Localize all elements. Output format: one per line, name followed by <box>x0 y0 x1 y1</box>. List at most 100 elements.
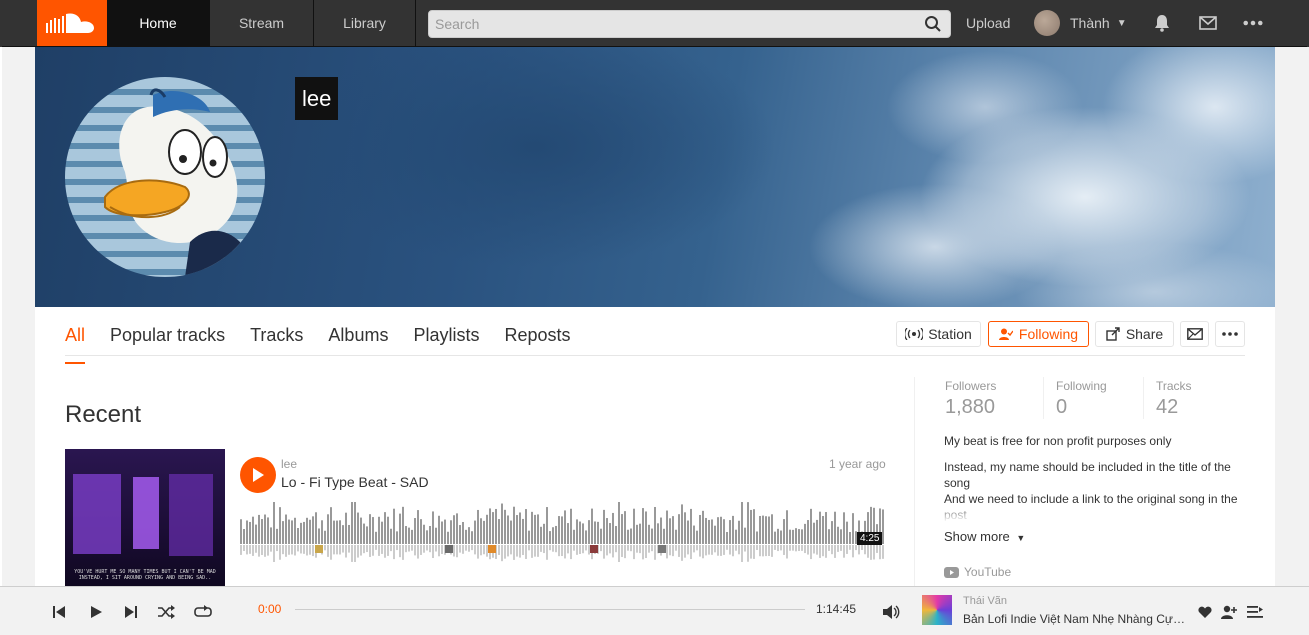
next-track-icon[interactable] <box>122 603 140 621</box>
waveform-bar <box>759 515 761 544</box>
comment-marker[interactable] <box>315 545 323 553</box>
comment-marker[interactable] <box>590 545 598 553</box>
waveform-bar <box>351 502 353 544</box>
shuffle-icon[interactable] <box>157 603 175 621</box>
waveform-reflection <box>525 545 527 559</box>
show-more-button[interactable]: Show more ▼ <box>944 529 1025 544</box>
waveform-reflection <box>306 545 308 556</box>
waveform-reflection <box>708 545 710 555</box>
waveform-reflection <box>654 545 656 560</box>
waveform-reflection <box>387 545 389 556</box>
stat-followers[interactable]: Followers 1,880 <box>945 379 996 419</box>
waveform-reflection <box>339 545 341 555</box>
tab-tracks[interactable]: Tracks <box>250 325 303 355</box>
queue-icon[interactable] <box>1246 603 1264 621</box>
mail-icon[interactable] <box>1198 13 1218 33</box>
message-button[interactable] <box>1180 321 1209 347</box>
waveform-reflection <box>603 545 605 559</box>
bio-fade <box>944 502 1249 522</box>
soundcloud-logo[interactable] <box>37 0 107 46</box>
waveform[interactable] <box>240 502 885 562</box>
upload-link[interactable]: Upload <box>966 0 1010 46</box>
waveform-reflection <box>849 545 851 550</box>
waveform-bar <box>843 512 845 544</box>
track-artwork[interactable]: YOU'VE HURT ME SO MANY TIMES BUT I CAN'T… <box>65 449 225 587</box>
waveform-bar <box>339 520 341 544</box>
previous-track-icon[interactable] <box>50 603 68 621</box>
waveform-bar <box>783 519 785 544</box>
waveform-reflection <box>414 545 416 556</box>
bell-icon[interactable] <box>1152 13 1172 33</box>
user-menu[interactable]: Thành ▼ <box>1034 0 1127 46</box>
stat-value: 42 <box>1156 396 1179 418</box>
waveform-bar <box>348 524 350 544</box>
waveform-reflection <box>240 545 242 555</box>
tab-popular-tracks[interactable]: Popular tracks <box>110 325 225 355</box>
waveform-reflection <box>327 545 329 557</box>
waveform-bar <box>411 529 413 544</box>
nav-home[interactable]: Home <box>107 0 210 46</box>
repeat-icon[interactable] <box>194 603 212 621</box>
stat-label: Followers <box>945 379 997 393</box>
waveform-bar <box>669 518 671 544</box>
play-button[interactable] <box>240 457 276 493</box>
progress-bar[interactable] <box>295 609 805 610</box>
play-icon <box>253 468 264 482</box>
now-playing-title[interactable]: Bản Lofi Indie Việt Nam Nhẹ Nhàng Cực Ch… <box>963 612 1188 626</box>
waveform-reflection <box>501 545 503 562</box>
now-playing-artwork[interactable] <box>922 595 952 625</box>
chevron-down-icon: ▼ <box>1116 17 1127 29</box>
more-icon[interactable] <box>1243 13 1263 33</box>
stat-following[interactable]: Following 0 <box>1056 379 1107 419</box>
waveform-reflection <box>819 545 821 558</box>
comment-marker[interactable] <box>658 545 666 553</box>
tab-all[interactable]: All <box>65 325 86 364</box>
station-button[interactable]: Station <box>896 321 981 347</box>
volume-icon[interactable] <box>882 603 900 621</box>
waveform-reflection <box>669 545 671 556</box>
waveform-bar <box>306 517 308 544</box>
comment-marker[interactable] <box>488 545 496 553</box>
waveform-bar <box>363 523 365 544</box>
youtube-link[interactable]: YouTube <box>944 565 1011 579</box>
waveform-bar <box>426 530 428 544</box>
track-title[interactable]: Lo - Fi Type Beat - SAD <box>281 474 429 490</box>
nav-stream[interactable]: Stream <box>210 0 314 46</box>
waveform-reflection <box>618 545 620 562</box>
comment-marker[interactable] <box>445 545 453 553</box>
share-button[interactable]: Share <box>1095 321 1174 347</box>
waveform-reflection <box>420 545 422 555</box>
waveform-bar <box>516 515 518 544</box>
tab-albums[interactable]: Albums <box>328 325 388 355</box>
waveform-reflection <box>522 545 524 556</box>
waveform-bar <box>537 514 539 544</box>
waveform-reflection <box>681 545 683 561</box>
tab-playlists[interactable]: Playlists <box>413 325 479 355</box>
tab-reposts[interactable]: Reposts <box>504 325 570 355</box>
waveform-bar <box>648 524 650 544</box>
waveform-bar <box>513 506 515 544</box>
follow-user-icon[interactable] <box>1220 603 1238 621</box>
waveform-bar <box>408 527 410 544</box>
like-icon[interactable] <box>1196 603 1214 621</box>
play-pause-icon[interactable] <box>87 603 105 621</box>
following-button[interactable]: Following <box>988 321 1089 347</box>
nav-library[interactable]: Library <box>314 0 416 46</box>
waveform-reflection <box>579 545 581 554</box>
waveform-reflection <box>828 545 830 551</box>
waveform-reflection <box>600 545 602 552</box>
search-input[interactable] <box>429 11 909 37</box>
waveform-reflection <box>870 545 872 560</box>
show-more-label: Show more <box>944 529 1010 544</box>
waveform-bar <box>252 516 254 544</box>
track-uploader[interactable]: lee <box>281 457 297 471</box>
now-playing-artist[interactable]: Thái Vãn <box>963 595 1007 607</box>
search-icon[interactable] <box>924 15 942 38</box>
profile-avatar[interactable] <box>65 77 265 277</box>
waveform-reflection <box>558 545 560 557</box>
waveform-bar <box>369 514 371 544</box>
stat-tracks[interactable]: Tracks 42 <box>1156 379 1192 419</box>
waveform-reflection <box>510 545 512 555</box>
share-label: Share <box>1125 326 1164 342</box>
more-options-button[interactable] <box>1215 321 1245 347</box>
